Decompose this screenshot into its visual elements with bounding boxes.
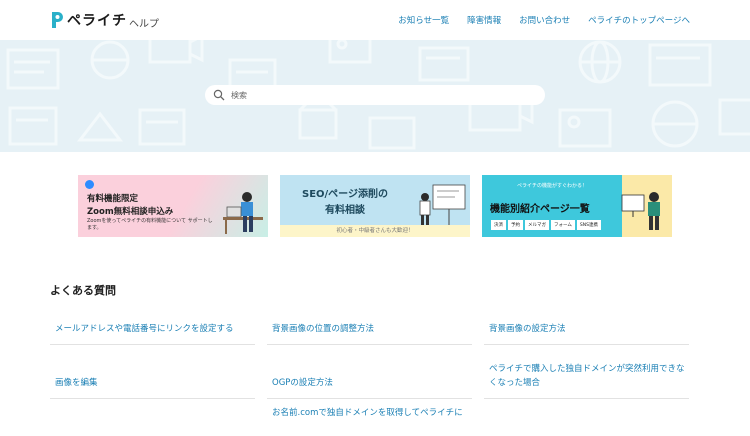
faq-item[interactable]: メールアドレスや電話番号にリンクを設定する [50,314,255,345]
zoom-consultation-banner[interactable]: 有料機能限定 Zoom無料相談申込み Zoomを使ってペライチの有料機能について… [78,175,268,237]
presenter-illustration [419,184,466,225]
person-with-monitor-illustration [621,192,660,230]
site-header: ペライチ ヘルプ お知らせ一覧 障害情報 お問い合わせ ペライチのトップページへ [0,0,750,40]
banner-title: 機能別紹介ページ一覧 [490,204,590,215]
feature-tag: フォーム [551,220,575,230]
faq-item[interactable]: 背景画像の位置の調整方法 [267,314,472,345]
faq-link[interactable]: ペライチで購入した独自ドメインが突然利用できなくなった場合 [489,362,689,390]
faq-item[interactable]: OGPの設定方法 [267,350,472,399]
nav-incidents[interactable]: 障害情報 [467,14,501,26]
faq-link[interactable]: 背景画像の位置の調整方法 [272,322,374,336]
zoom-icon [85,180,94,189]
feature-tag: SNS連携 [576,220,601,230]
hero-section [0,40,750,152]
faq-item[interactable]: お名前.comで独自ドメインを取得してペライチに [267,406,472,436]
faq-item[interactable]: ペライチで購入した独自ドメインが突然利用できなくなった場合 [484,350,689,399]
feature-tag: 予約 [508,220,523,230]
faq-link[interactable]: 背景画像の設定方法 [489,322,566,336]
faq-link[interactable]: メールアドレスや電話番号にリンクを設定する [55,322,234,336]
feature-tag: メルマガ [525,220,549,230]
banner-description: Zoomを使ってペライチの有料機能について サポートします。 [87,218,213,231]
logo-icon [52,12,63,28]
person-at-desk-illustration [223,192,263,234]
top-nav: お知らせ一覧 障害情報 お問い合わせ ペライチのトップページへ [398,14,690,26]
nav-top-page[interactable]: ペライチのトップページへ [588,14,690,26]
banner-title: 有料相談 [325,205,365,216]
nav-contact[interactable]: お問い合わせ [519,14,570,26]
banner-title: SEO/ページ添削の [302,189,388,200]
faq-item[interactable]: 背景画像の設定方法 [484,314,689,345]
faq-link[interactable]: お名前.comで独自ドメインを取得してペライチに [272,406,463,420]
feature-tags: 決済 予約 メルマガ フォーム SNS連携 [491,220,601,230]
banner-tagline: ペライチの機能がすぐわかる！ [516,183,587,189]
faq-item[interactable]: 画像を編集 [50,350,255,399]
logo-text: ペライチ [67,13,127,29]
banner-title: Zoom無料相談申込み [87,207,174,217]
logo[interactable]: ペライチ ヘルプ [50,9,159,31]
faq-link[interactable]: OGPの設定方法 [272,376,333,390]
search-input[interactable] [229,89,533,101]
nav-news[interactable]: お知らせ一覧 [398,14,449,26]
faq-link[interactable]: 画像を編集 [55,376,98,390]
banner-title: 有料機能限定 [87,194,139,204]
seo-consultation-banner[interactable]: SEO/ページ添削の 有料相談 初心者・中級者さんも大歓迎！ [280,175,470,237]
faq-heading: よくある質問 [50,284,116,297]
logo-subtext: ヘルプ [129,18,159,30]
search-bar[interactable] [205,85,545,105]
search-icon [213,89,225,101]
feature-tag: 決済 [491,220,506,230]
features-list-banner[interactable]: ペライチの機能がすぐわかる！ 機能別紹介ページ一覧 決済 予約 メルマガ フォー… [482,175,672,237]
banner-footer: 初心者・中級者さんも大歓迎！ [280,225,470,237]
